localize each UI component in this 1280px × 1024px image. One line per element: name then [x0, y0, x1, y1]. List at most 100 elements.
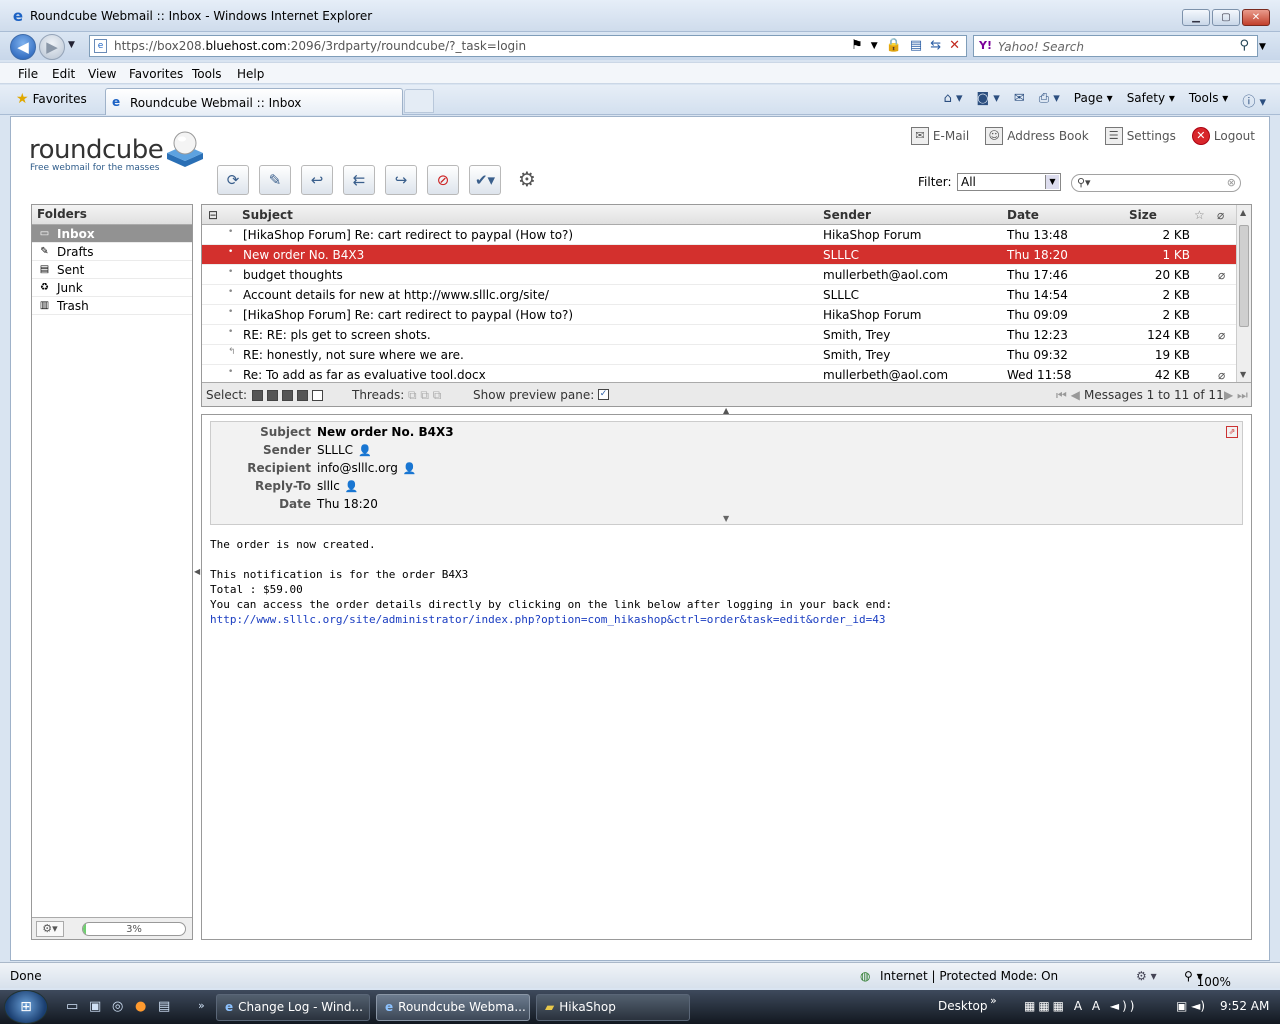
table-row[interactable]: • RE: RE: pls get to screen shots. Smith, …	[202, 325, 1236, 345]
maximize-button[interactable]: ▢	[1212, 9, 1240, 26]
tab-roundcube[interactable]: e Roundcube Webmail :: Inbox	[105, 88, 403, 115]
minimize-button[interactable]: ▁	[1182, 9, 1210, 26]
taskbar-item-roundcube[interactable]: e Roundcube Webma...	[376, 994, 530, 1021]
search-options-dropdown[interactable]: ▼	[1259, 42, 1266, 52]
tray-icons[interactable]: ▦▦▦ A A ◄))	[1024, 999, 1137, 1013]
folder-junk[interactable]: ♻ Junk	[32, 279, 192, 297]
desktop-toolbar[interactable]: Desktop	[938, 999, 988, 1013]
table-row[interactable]: • Account details for new at http://www.s…	[202, 285, 1236, 305]
menu-file[interactable]: File	[18, 67, 38, 81]
forward-mail-button[interactable]: ↪	[385, 165, 417, 195]
search-field[interactable]: Y! Yahoo! Search ⚲	[973, 35, 1258, 57]
roundcube-logo[interactable]: roundcube Free webmail for the masses	[29, 131, 203, 173]
close-window-button[interactable]: ✕	[1242, 9, 1270, 26]
favorites-button[interactable]: ★ Favorites	[16, 91, 87, 107]
reply-all-button[interactable]: ⇇	[343, 165, 375, 195]
help-icon[interactable]: ⓘ ▾	[1242, 91, 1266, 110]
stop-icon[interactable]: ✕	[949, 38, 960, 54]
list-options-icon[interactable]: ⊟	[208, 208, 218, 222]
clear-search-icon[interactable]: ⊗	[1227, 176, 1236, 189]
folder-inbox[interactable]: ▭ Inbox	[32, 225, 192, 243]
thread-buttons-icon[interactable]: ⧉ ⧉ ⧉	[408, 388, 441, 403]
safety-menu[interactable]: Safety ▾	[1127, 91, 1175, 110]
table-row[interactable]: ↰ RE: honestly, not sure where we are. Smi…	[202, 345, 1236, 365]
table-row[interactable]: • budget thoughts mullerbeth@aol.com Thu 17…	[202, 265, 1236, 285]
new-tab-button[interactable]	[404, 89, 434, 113]
scroll-up-icon[interactable]: ▲	[1240, 208, 1246, 217]
firefox-icon[interactable]: ●	[135, 999, 146, 1014]
address-url[interactable]: https://box208.bluehost.com:2096/3rdpart…	[114, 39, 526, 53]
order-link[interactable]: http://www.slllc.org/site/administrator/…	[210, 613, 886, 626]
folder-sent[interactable]: ▤ Sent	[32, 261, 192, 279]
check-mail-button[interactable]: ⟳	[217, 165, 249, 195]
clock[interactable]: 9:52 AM	[1220, 999, 1269, 1013]
start-button[interactable]: ⊞	[4, 990, 48, 1024]
network-volume-icons[interactable]: ▣ ◄)	[1176, 999, 1205, 1013]
open-in-new-window-icon[interactable]: ⇗	[1226, 426, 1238, 438]
home-icon[interactable]: ⌂ ▾	[944, 91, 963, 110]
zoom-level[interactable]: ⚲ 100% ▾	[1184, 969, 1231, 989]
person-icon[interactable]: 👤	[403, 462, 417, 475]
refresh-icon[interactable]: ⇆	[930, 38, 941, 54]
scroll-down-icon[interactable]: ▼	[1240, 370, 1246, 379]
forward-button[interactable]: ▶	[39, 34, 65, 60]
table-row[interactable]: • [HikaShop Forum] Re: cart redirect to p…	[202, 305, 1236, 325]
last-page-icon[interactable]: ▶ ⏭	[1224, 388, 1248, 403]
search-icon[interactable]: ⚲▾	[1077, 176, 1091, 189]
table-row[interactable]: • Re: To add as far as evaluative tool.do…	[202, 365, 1236, 382]
back-button[interactable]: ◀	[10, 34, 36, 60]
quicklaunch-app-icon[interactable]: ▤	[158, 999, 170, 1014]
column-date[interactable]: Date	[1007, 208, 1039, 222]
toolbar-expand-icon[interactable]: »	[990, 994, 997, 1007]
delete-button[interactable]: ⊘	[427, 165, 459, 195]
nav-address-book[interactable]: ☺ Address Book	[985, 127, 1089, 145]
header-recipient-value[interactable]: info@slllc.org 👤	[317, 461, 417, 475]
recent-pages-dropdown[interactable]: ▼	[68, 40, 75, 50]
security-zone[interactable]: Internet | Protected Mode: On	[880, 969, 1058, 983]
table-row[interactable]: • [HikaShop Forum] Re: cart redirect to p…	[202, 225, 1236, 245]
first-page-icon[interactable]: ⏮ ◀	[1056, 388, 1080, 403]
more-actions-gear-icon[interactable]: ⚙	[511, 165, 543, 195]
menu-edit[interactable]: Edit	[52, 67, 75, 81]
header-sender-value[interactable]: SLLLC 👤	[317, 443, 372, 457]
quick-search-input[interactable]: ⚲▾ ⊗	[1071, 174, 1241, 192]
nav-logout[interactable]: ✕ Logout	[1191, 127, 1255, 145]
scroll-thumb[interactable]	[1239, 225, 1249, 327]
protected-mode-icon[interactable]: ⚙ ▾	[1136, 969, 1157, 983]
quicklaunch-ie-icon[interactable]: ◎	[112, 999, 123, 1014]
mail-icon[interactable]: ✉	[1014, 91, 1025, 110]
nav-email[interactable]: ✉ E-Mail	[910, 127, 969, 145]
vertical-splitter-icon[interactable]: ◀	[194, 567, 200, 576]
menu-tools[interactable]: Tools	[192, 67, 222, 81]
filter-select[interactable]: All ▼	[957, 173, 1061, 191]
show-desktop-icon[interactable]: ▭	[66, 999, 78, 1014]
lock-icon[interactable]: 🔒	[886, 38, 902, 54]
toggle-headers-icon[interactable]: ▼	[723, 514, 729, 523]
person-icon[interactable]: 👤	[358, 444, 372, 457]
switch-windows-icon[interactable]: ▣	[89, 999, 101, 1014]
dropdown-arrow-icon[interactable]: ▼	[871, 38, 878, 54]
folder-actions-gear-icon[interactable]: ⚙▾	[36, 921, 64, 937]
feeds-icon[interactable]: ◙ ▾	[977, 91, 1000, 110]
taskbar-item-changelog[interactable]: e Change Log - Wind...	[216, 994, 370, 1021]
more-quicklaunch-icon[interactable]: »	[198, 999, 205, 1012]
page-menu[interactable]: Page ▾	[1074, 91, 1113, 110]
folder-trash[interactable]: ▥ Trash	[32, 297, 192, 315]
column-size[interactable]: Size	[1129, 208, 1157, 222]
column-sender[interactable]: Sender	[823, 208, 871, 222]
person-icon[interactable]: 👤	[345, 480, 359, 493]
reply-button[interactable]: ↩	[301, 165, 333, 195]
menu-favorites[interactable]: Favorites	[129, 67, 183, 81]
menu-help[interactable]: Help	[237, 67, 264, 81]
select-all-icon[interactable]	[252, 390, 263, 401]
tools-menu[interactable]: Tools ▾	[1189, 91, 1228, 110]
message-list-scrollbar[interactable]: ▲ ▼	[1236, 205, 1251, 382]
preview-pane-checkbox[interactable]: ✓	[598, 387, 613, 401]
select-none-icon[interactable]	[312, 390, 323, 401]
compatibility-icon[interactable]: ▤	[910, 38, 922, 54]
search-icon[interactable]: ⚲	[1239, 38, 1249, 53]
flag-icon[interactable]: ⚑	[851, 38, 863, 54]
header-replyto-value[interactable]: slllc 👤	[317, 479, 359, 493]
folder-drafts[interactable]: ✎ Drafts	[32, 243, 192, 261]
table-row[interactable]: • New order No. B4X3 SLLLC Thu 18:20 1 KB	[202, 245, 1236, 265]
